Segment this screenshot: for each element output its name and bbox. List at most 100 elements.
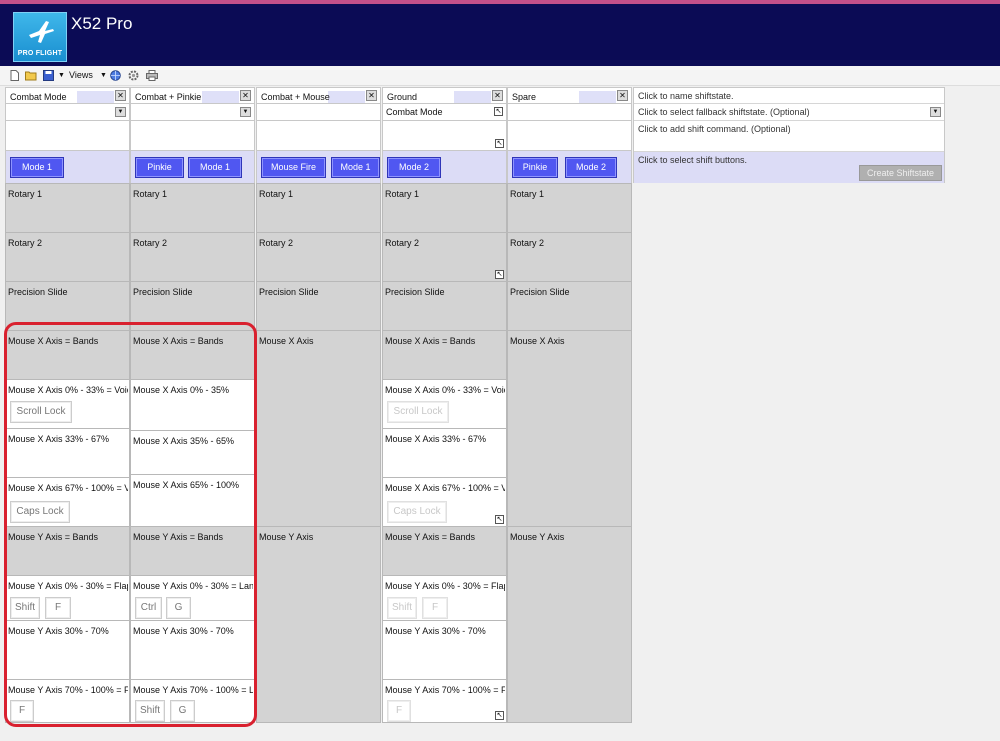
shift-command-area[interactable] [256,121,381,151]
shift-command-area[interactable] [5,121,130,151]
rotary2-cell[interactable]: Rotary 2 [256,232,381,282]
delete-shiftstate-icon[interactable]: ✕ [492,90,503,101]
dropdown-arrow-icon[interactable]: ▼ [240,107,251,117]
delete-shiftstate-icon[interactable]: ✕ [617,90,628,101]
mouse-y-bands-cell[interactable]: Mouse Y Axis = Bands [5,526,130,576]
dropdown-arrow-icon[interactable]: ▼ [115,107,126,117]
precision-slide-cell[interactable]: Precision Slide [130,281,255,331]
key-g[interactable]: G [170,700,195,722]
fallback-select[interactable]: ▼ [130,104,255,121]
shift-button-mode1[interactable]: Mode 1 [331,157,380,178]
link-icon[interactable]: ↖ [495,139,504,148]
key-caps-lock[interactable]: Caps Lock [10,501,70,523]
precision-slide-cell[interactable]: Precision Slide [507,281,632,331]
mouse-x-band1-cell[interactable]: Mouse X Axis 0% - 33% = Voice Scroll Loc… [382,379,507,429]
shiftstate-name-field[interactable]: Combat + Mouse ✕ [256,87,381,104]
mouse-y-band2-cell[interactable]: Mouse Y Axis 30% - 70% [130,620,255,680]
mouse-x-axis-cell[interactable]: Mouse X Axis [256,330,381,527]
delete-shiftstate-icon[interactable]: ✕ [240,90,251,101]
shift-button-pinkie[interactable]: Pinkie [512,157,558,178]
shift-command-area[interactable] [130,121,255,151]
shift-button-mode1[interactable]: Mode 1 [10,157,64,178]
create-shiftstate-button[interactable]: Create Shiftstate [859,165,942,181]
fallback-select[interactable] [507,104,632,121]
mouse-y-band2-cell[interactable]: Mouse Y Axis 30% - 70% [5,620,130,680]
rotary2-cell[interactable]: Rotary 2 ↖ [382,232,507,282]
key-f[interactable]: F [10,700,34,722]
fallback-shiftstate-select[interactable]: Click to select fallback shiftstate. (Op… [634,104,944,121]
views-dropdown-icon[interactable]: ▼ [100,72,107,79]
shiftstate-name-field[interactable]: Combat Mode ✕ [5,87,130,104]
key-f[interactable]: F [422,597,448,619]
shift-button-mode2[interactable]: Mode 2 [565,157,617,178]
key-g[interactable]: G [166,597,191,619]
gear-icon[interactable] [128,70,139,81]
mouse-x-axis-cell[interactable]: Mouse X Axis [507,330,632,527]
key-f[interactable]: F [387,700,411,722]
save-dropdown-icon[interactable]: ▼ [58,72,65,79]
mouse-x-band3-cell[interactable]: Mouse X Axis 67% - 100% = Voice Caps Loc… [5,477,130,527]
shift-command-prompt[interactable]: Click to add shift command. (Optional) [634,121,944,152]
mouse-y-axis-cell[interactable]: Mouse Y Axis [507,526,632,723]
precision-slide-cell[interactable]: Precision Slide [5,281,130,331]
save-icon[interactable] [43,70,54,81]
mouse-x-band2-cell[interactable]: Mouse X Axis 33% - 67% [382,428,507,478]
key-caps-lock[interactable]: Caps Lock [387,501,447,523]
rotary1-cell[interactable]: Rotary 1 [256,183,381,233]
dropdown-arrow-icon[interactable]: ▼ [930,107,941,117]
mouse-x-band1-cell[interactable]: Mouse X Axis 0% - 35% [130,379,255,431]
fallback-select[interactable]: ▼ [5,104,130,121]
key-shift[interactable]: Shift [387,597,417,619]
shift-button-mode2[interactable]: Mode 2 [387,157,441,178]
new-file-icon[interactable] [9,70,20,81]
shift-command-area[interactable] [507,121,632,151]
mouse-y-band2-cell[interactable]: Mouse Y Axis 30% - 70% [382,620,507,680]
shiftstate-name-field[interactable]: Spare ✕ [507,87,632,104]
key-scroll-lock[interactable]: Scroll Lock [10,401,72,423]
mouse-x-bands-cell[interactable]: Mouse X Axis = Bands [382,330,507,380]
shiftstate-name-field[interactable]: Combat + Pinkie ✕ [130,87,255,104]
shiftstate-name-prompt[interactable]: Click to name shiftstate. [634,88,944,104]
key-ctrl[interactable]: Ctrl [135,597,162,619]
mouse-x-band3-cell[interactable]: Mouse X Axis 65% - 100% [130,474,255,527]
rotary1-cell[interactable]: Rotary 1 [5,183,130,233]
shift-buttons-prompt[interactable]: Click to select shift buttons. Create Sh… [634,152,944,183]
shift-command-area[interactable]: ↖ [382,121,507,151]
mouse-y-band1-cell[interactable]: Mouse Y Axis 0% - 30% = Landing Ctrl G [130,575,255,621]
key-scroll-lock[interactable]: Scroll Lock [387,401,449,423]
print-icon[interactable] [146,70,158,81]
mouse-y-bands-cell[interactable]: Mouse Y Axis = Bands [382,526,507,576]
mouse-x-band3-cell[interactable]: Mouse X Axis 67% - 100% = Voice Caps Loc… [382,477,507,527]
rotary2-cell[interactable]: Rotary 2 [130,232,255,282]
fallback-select[interactable] [256,104,381,121]
mouse-x-band2-cell[interactable]: Mouse X Axis 33% - 67% [5,428,130,478]
link-icon[interactable]: ↖ [495,515,504,524]
rotary2-cell[interactable]: Rotary 2 [507,232,632,282]
rotary1-cell[interactable]: Rotary 1 [130,183,255,233]
shift-button-pinkie[interactable]: Pinkie [135,157,184,178]
rotary2-cell[interactable]: Rotary 2 [5,232,130,282]
mouse-x-bands-cell[interactable]: Mouse X Axis = Bands [130,330,255,380]
globe-icon[interactable] [110,70,121,81]
mouse-x-bands-cell[interactable]: Mouse X Axis = Bands [5,330,130,380]
key-shift[interactable]: Shift [10,597,40,619]
mouse-y-band3-cell[interactable]: Mouse Y Axis 70% - 100% = Landing Shift … [130,679,255,723]
mouse-x-band2-cell[interactable]: Mouse X Axis 35% - 65% [130,430,255,475]
key-shift[interactable]: Shift [135,700,165,722]
delete-shiftstate-icon[interactable]: ✕ [366,90,377,101]
link-icon[interactable]: ↖ [494,107,503,116]
key-f[interactable]: F [45,597,71,619]
mouse-y-band3-cell[interactable]: Mouse Y Axis 70% - 100% = Flaps F ↖ [382,679,507,723]
views-menu[interactable]: Views [69,70,93,80]
mouse-y-bands-cell[interactable]: Mouse Y Axis = Bands [130,526,255,576]
link-icon[interactable]: ↖ [495,711,504,720]
open-folder-icon[interactable] [25,70,37,81]
mouse-x-band1-cell[interactable]: Mouse X Axis 0% - 33% = Voice Scroll Loc… [5,379,130,429]
rotary1-cell[interactable]: Rotary 1 [382,183,507,233]
shiftstate-name-field[interactable]: Ground ✕ [382,87,507,104]
shift-button-mode1[interactable]: Mode 1 [188,157,242,178]
mouse-y-axis-cell[interactable]: Mouse Y Axis [256,526,381,723]
mouse-y-band3-cell[interactable]: Mouse Y Axis 70% - 100% = Flaps F [5,679,130,723]
precision-slide-cell[interactable]: Precision Slide [256,281,381,331]
precision-slide-cell[interactable]: Precision Slide [382,281,507,331]
